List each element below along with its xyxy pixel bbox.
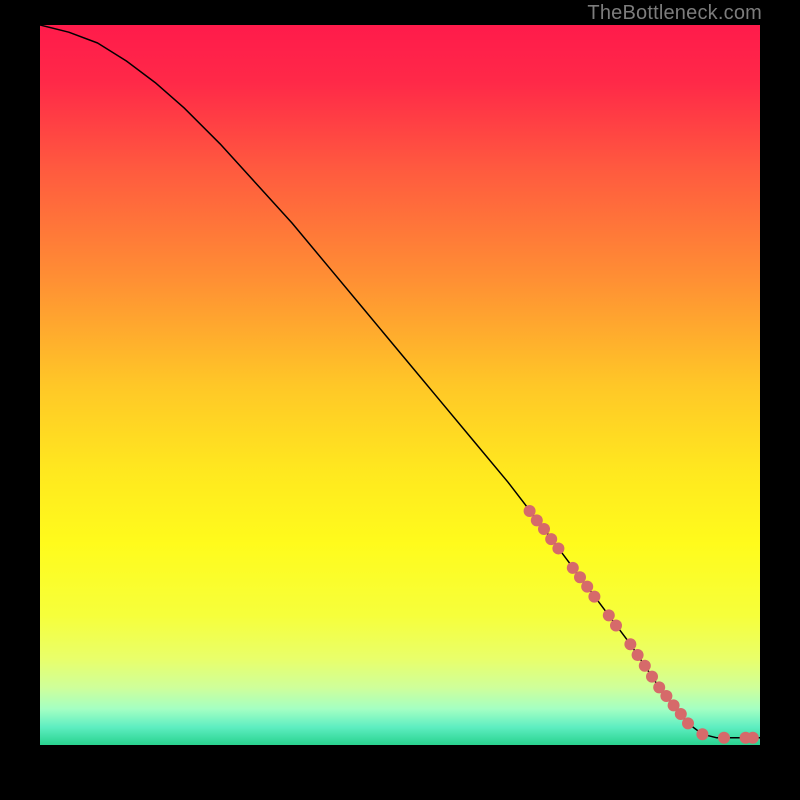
marker-point: [718, 732, 730, 744]
marker-point: [646, 671, 658, 683]
chart-svg: [40, 25, 760, 745]
marker-point: [624, 638, 636, 650]
marker-point: [588, 591, 600, 603]
marker-point: [682, 717, 694, 729]
watermark-text: TheBottleneck.com: [587, 2, 762, 25]
marker-point: [603, 609, 615, 621]
marker-point: [639, 660, 651, 672]
marker-point: [538, 523, 550, 535]
marker-point: [581, 581, 593, 593]
marker-point: [632, 649, 644, 661]
plot-area: [40, 25, 760, 745]
chart-stage: TheBottleneck.com: [0, 0, 800, 800]
marker-point: [552, 542, 564, 554]
marker-point: [747, 732, 759, 744]
marker-point: [696, 728, 708, 740]
marker-point: [610, 619, 622, 631]
gradient-background: [40, 25, 760, 745]
